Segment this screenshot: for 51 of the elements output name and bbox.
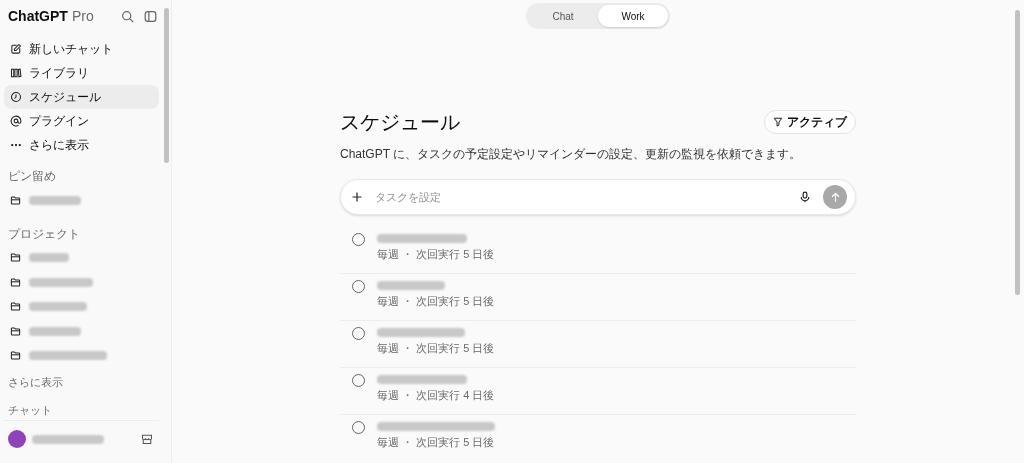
sidebar-toggle-icon[interactable]: [144, 9, 157, 23]
scrollbar[interactable]: [164, 8, 169, 163]
show-more-link[interactable]: さらに表示: [8, 370, 63, 394]
section-heading: チャット: [8, 403, 53, 418]
plan-label: Pro: [71, 6, 94, 26]
filter-icon: [773, 117, 783, 127]
task-schedule: 毎週 ・ 次回実行 5 日後: [377, 247, 495, 261]
task-schedule: 毎週 ・ 次回実行 5 日後: [377, 341, 495, 355]
section-heading: プロジェクト: [8, 225, 81, 243]
section-heading: ピン留め: [8, 168, 57, 185]
task-schedule: 毎週 ・ 次回実行 4 日後: [377, 388, 495, 402]
redacted-text: [29, 326, 81, 336]
folder-icon: [10, 252, 21, 264]
sidebar-item[interactable]: ライブラリ: [4, 61, 159, 85]
folder-icon: [10, 301, 21, 313]
edit-icon: [10, 43, 22, 55]
sidebar-item[interactable]: さらに表示: [4, 133, 159, 157]
clock-icon: [10, 91, 22, 103]
shop-icon[interactable]: [141, 432, 153, 445]
task-input-placeholder[interactable]: タスクを設定: [375, 188, 799, 206]
sidebar-item[interactable]: スケジュール: [4, 85, 159, 109]
redacted-text: [29, 253, 69, 263]
folder-icon: [10, 350, 21, 362]
folder-icon: [10, 276, 21, 288]
avatar-icon[interactable]: [8, 429, 26, 448]
scrollbar[interactable]: [1015, 10, 1020, 295]
sidebar-item[interactable]: プラグイン: [4, 109, 159, 133]
mode-tab[interactable]: Chat: [528, 5, 598, 27]
filter-button[interactable]: アクティブ: [764, 110, 856, 134]
page-description: ChatGPT に、タスクの予定設定やリマインダーの設定、更新の監視を依頼できます。: [340, 146, 803, 163]
app-title: ChatGPT: [8, 6, 68, 26]
redacted-text: [29, 302, 87, 312]
redacted-text: [29, 277, 93, 287]
at-sign-icon: [10, 115, 22, 127]
arrow-up-icon: [829, 191, 841, 203]
page-title: スケジュール: [340, 110, 460, 135]
redacted-text: [32, 434, 104, 444]
plus-icon[interactable]: [351, 191, 363, 203]
send-button[interactable]: [823, 185, 847, 209]
search-icon[interactable]: [121, 9, 134, 23]
redacted-text: [29, 195, 81, 205]
redacted-text: [377, 280, 445, 290]
folder-icon: [10, 325, 21, 337]
task-schedule: 毎週 ・ 次回実行 5 日後: [377, 435, 495, 449]
books-icon: [10, 67, 22, 79]
task-schedule: 毎週 ・ 次回実行 5 日後: [377, 294, 495, 308]
folder-icon: [10, 194, 21, 206]
microphone-icon[interactable]: [799, 191, 811, 203]
mode-tab[interactable]: Work: [598, 5, 668, 27]
sidebar-item[interactable]: 新しいチャット: [4, 37, 159, 61]
task-input[interactable]: タスクを設定: [340, 179, 856, 215]
